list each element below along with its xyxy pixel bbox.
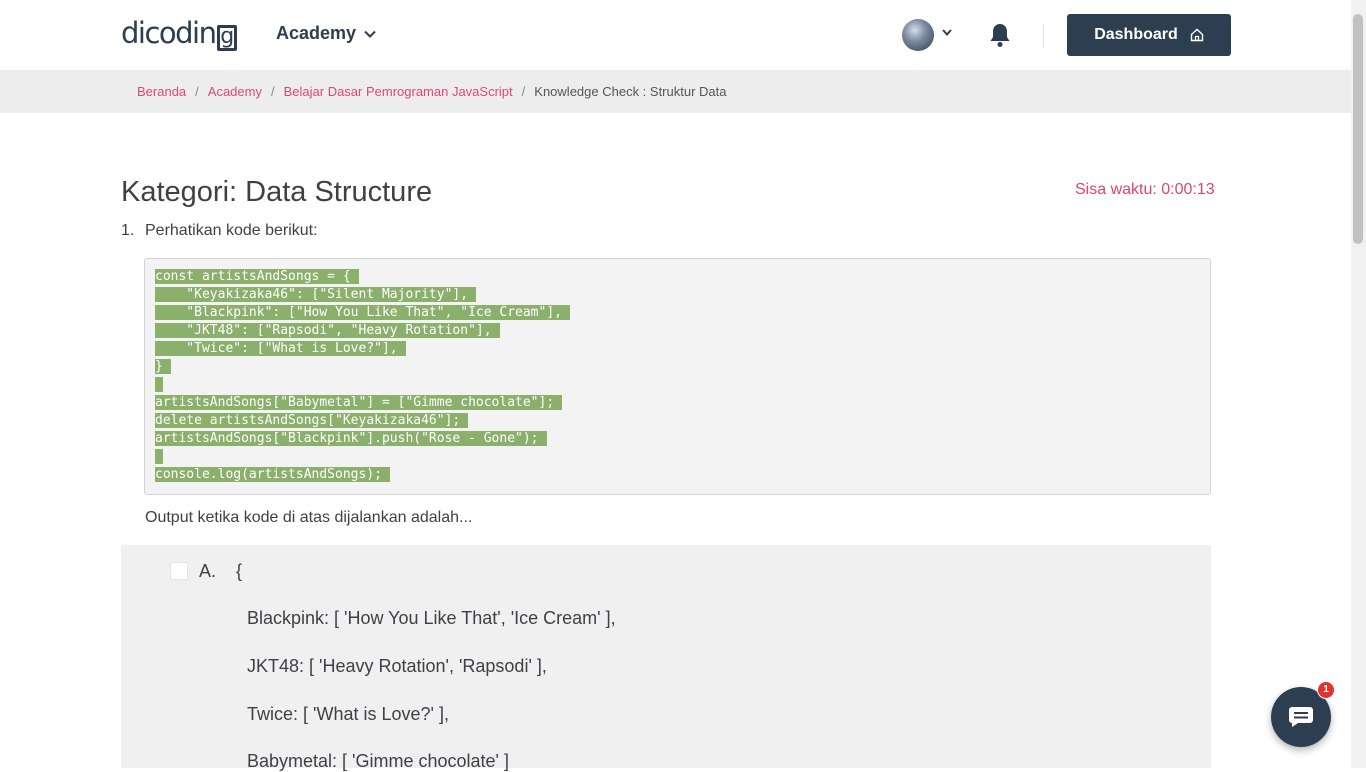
option-a-line: { xyxy=(236,561,243,581)
option-a-line: Babymetal: [ 'Gimme chocolate' ] xyxy=(247,751,509,771)
code-line: artistsAndSongs["Blackpink"].push("Rose … xyxy=(155,430,570,448)
code-line-text xyxy=(155,449,163,464)
academy-menu[interactable]: Academy xyxy=(276,23,376,44)
question-number: 1. xyxy=(121,222,135,239)
option-a-line: JKT48: [ 'Heavy Rotation', 'Rapsodi' ], xyxy=(247,656,547,676)
logo-text: dicodin xyxy=(121,16,217,50)
code-line: "Keyakizaka46": ["Silent Majority"], xyxy=(155,286,570,304)
page-scrollbar-thumb[interactable] xyxy=(1353,14,1363,244)
code-line-text: "Blackpink": ["How You Like That", "Ice … xyxy=(155,305,570,320)
code-line xyxy=(155,376,570,394)
page-title: Kategori: Data Structure xyxy=(121,176,433,208)
option-a-letter: A. xyxy=(199,561,217,581)
logo-box-letter: g xyxy=(216,25,237,51)
output-question-text: Output ketika kode di atas dijalankan ad… xyxy=(145,509,473,526)
breadcrumb-separator: / xyxy=(521,84,526,99)
breadcrumb: Beranda / Academy / Belajar Dasar Pemrog… xyxy=(137,84,727,99)
code-line: "Twice": ["What is Love?"], xyxy=(155,340,570,358)
dashboard-button-label: Dashboard xyxy=(1094,26,1178,43)
code-line: "Blackpink": ["How You Like That", "Ice … xyxy=(155,304,570,322)
code-line-text: } xyxy=(155,359,171,374)
code-line-text: artistsAndSongs["Babymetal"] = ["Gimme c… xyxy=(155,395,563,410)
option-a-checkbox[interactable] xyxy=(170,562,188,580)
code-line-text: "Keyakizaka46": ["Silent Majority"], xyxy=(155,287,477,302)
notification-bell-icon[interactable] xyxy=(988,22,1012,48)
dashboard-button[interactable]: Dashboard xyxy=(1067,14,1231,56)
code-line: console.log(artistsAndSongs); xyxy=(155,466,570,484)
nav-divider xyxy=(1043,24,1044,48)
code-line-text xyxy=(155,377,163,392)
code-line-text: delete artistsAndSongs["Keyakizaka46"]; xyxy=(155,413,469,428)
code-line-text: const artistsAndSongs = { xyxy=(155,269,359,284)
option-a-line: Twice: [ 'What is Love?' ], xyxy=(247,704,449,724)
code-line-text: artistsAndSongs["Blackpink"].push("Rose … xyxy=(155,431,547,446)
chat-icon xyxy=(1289,707,1313,727)
code-line: const artistsAndSongs = { xyxy=(155,268,570,286)
breadcrumb-separator: / xyxy=(270,84,275,99)
breadcrumb-link-beranda[interactable]: Beranda xyxy=(137,84,186,99)
code-line-text: console.log(artistsAndSongs); xyxy=(155,467,390,482)
breadcrumb-current: Knowledge Check : Struktur Data xyxy=(534,84,727,99)
code-line xyxy=(155,448,570,466)
code-line-text: "Twice": ["What is Love?"], xyxy=(155,341,406,356)
countdown-timer: Sisa waktu: 0:00:13 xyxy=(1075,181,1215,198)
breadcrumb-separator: / xyxy=(195,84,199,99)
home-icon xyxy=(1190,28,1203,42)
code-content: const artistsAndSongs = { "Keyakizaka46"… xyxy=(155,268,570,484)
question-text: Perhatikan kode berikut: xyxy=(145,222,318,239)
code-line: delete artistsAndSongs["Keyakizaka46"]; xyxy=(155,412,570,430)
user-avatar[interactable] xyxy=(902,19,934,51)
option-a-line: Blackpink: [ 'How You Like That', 'Ice C… xyxy=(247,608,616,628)
code-line: } xyxy=(155,358,570,376)
breadcrumb-link-academy[interactable]: Academy xyxy=(208,84,262,99)
chevron-down-icon xyxy=(364,30,376,38)
chevron-down-icon[interactable] xyxy=(942,29,952,36)
breadcrumb-link-course[interactable]: Belajar Dasar Pemrograman JavaScript xyxy=(284,84,513,99)
code-line: "JKT48": ["Rapsodi", "Heavy Rotation"], xyxy=(155,322,570,340)
chat-notification-badge: 1 xyxy=(1317,681,1335,699)
code-line: artistsAndSongs["Babymetal"] = ["Gimme c… xyxy=(155,394,570,412)
code-line-text: "JKT48": ["Rapsodi", "Heavy Rotation"], xyxy=(155,323,500,338)
dicoding-logo[interactable]: dicodin g xyxy=(121,16,237,51)
academy-menu-label: Academy xyxy=(276,23,357,43)
